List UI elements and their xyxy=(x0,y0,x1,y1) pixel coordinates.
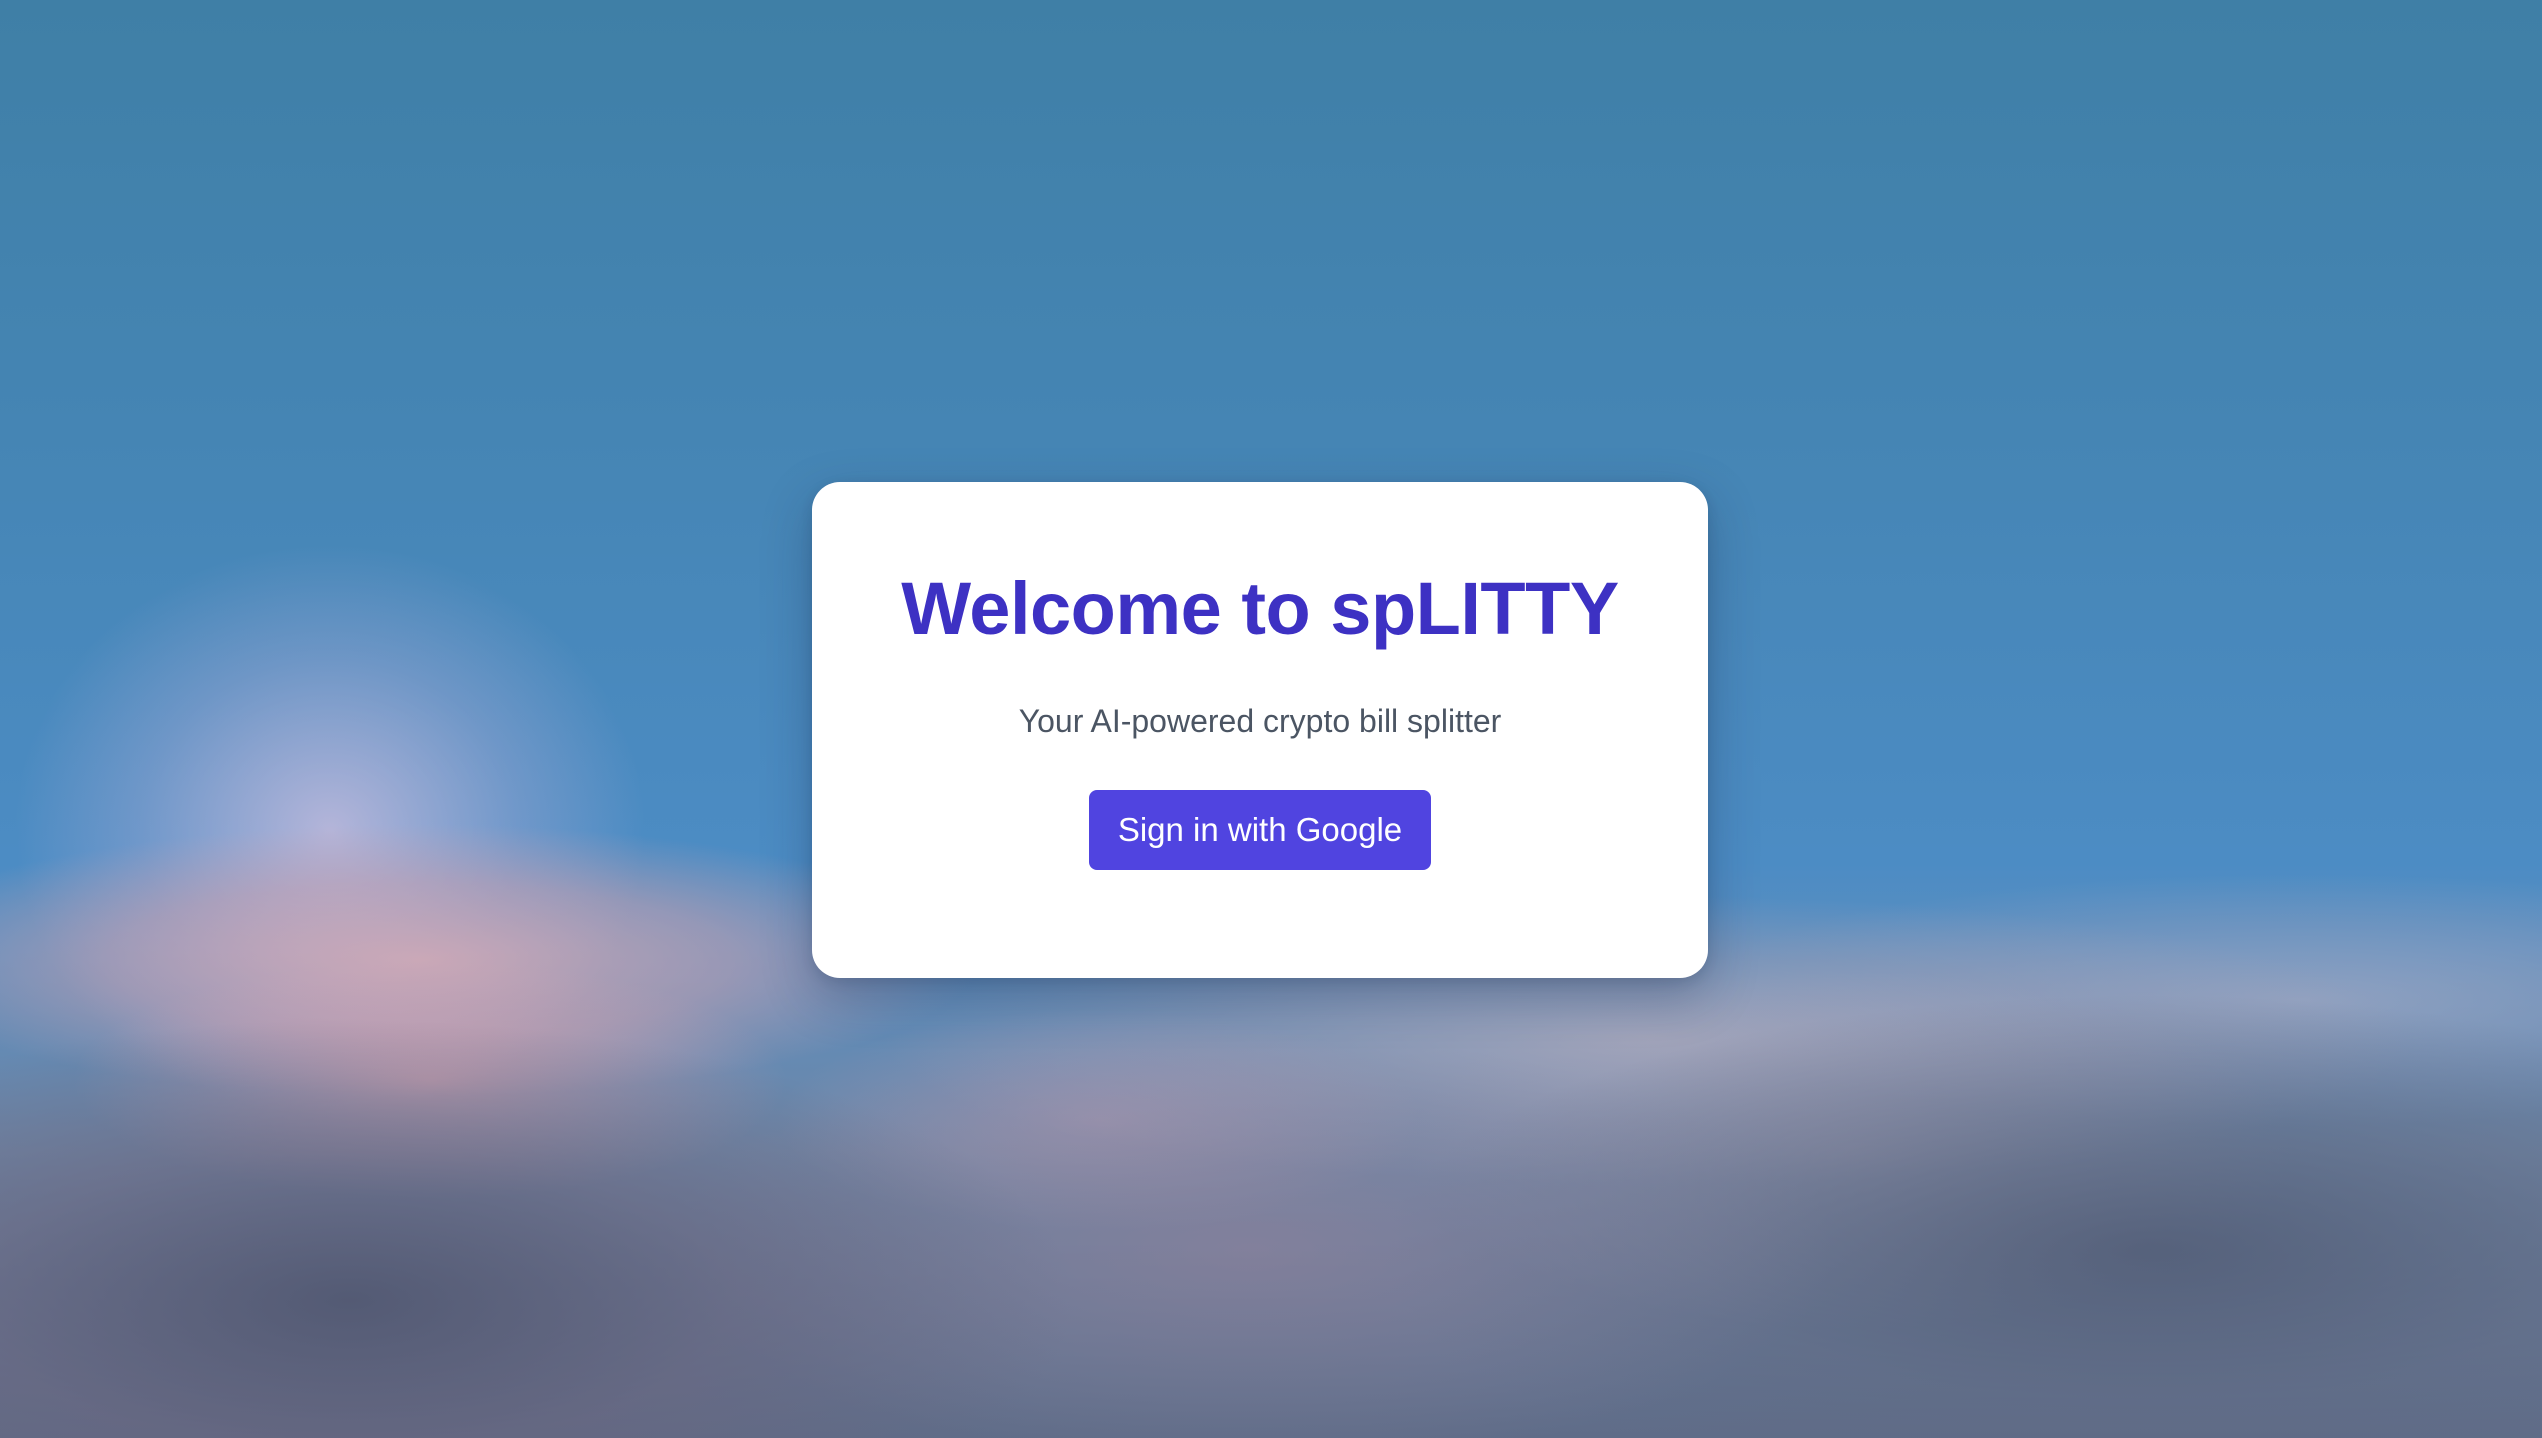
welcome-title: Welcome to spLITTY xyxy=(901,567,1619,650)
login-card: Welcome to spLITTY Your AI-powered crypt… xyxy=(812,482,1708,978)
tagline: Your AI-powered crypto bill splitter xyxy=(1018,703,1502,740)
login-page: Welcome to spLITTY Your AI-powered crypt… xyxy=(0,0,2542,1438)
sign-in-button-label: Sign in with Google xyxy=(1117,811,1403,849)
sign-in-with-google-button[interactable]: Sign in with Google xyxy=(1089,790,1431,871)
